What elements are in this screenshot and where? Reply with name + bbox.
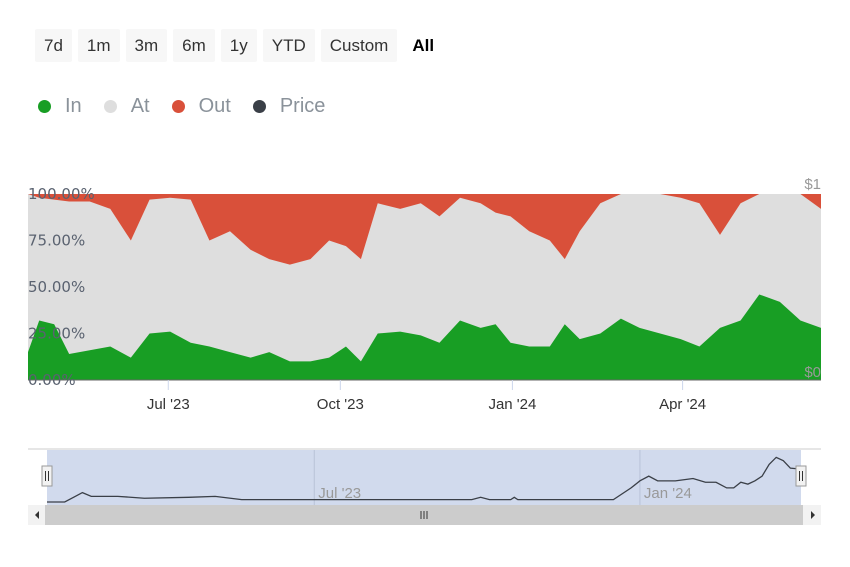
x-tick-label: Oct '23 — [317, 396, 364, 413]
y-tick-label: 25.00% — [28, 325, 85, 343]
price-axis-min: $0 — [804, 364, 821, 381]
x-tick-label: Jan '24 — [488, 396, 536, 413]
x-tick-label: Jul '23 — [147, 396, 190, 413]
y-tick-label: 0.00% — [28, 371, 76, 389]
navigator-left-handle[interactable] — [41, 465, 53, 487]
y-tick-label: 100.00% — [28, 185, 95, 203]
navigator-tick-label: Jan '24 — [644, 485, 692, 502]
price-axis-max: $1 — [804, 176, 821, 193]
y-tick-label: 50.00% — [28, 278, 85, 296]
x-tick-label: Apr '24 — [659, 396, 706, 413]
navigator-right-handle[interactable] — [795, 465, 807, 487]
y-tick-label: 75.00% — [28, 232, 85, 250]
chart: 100.00% 75.00% 50.00% 25.00% 0.00% $1 $0 Jul '2… — [28, 176, 821, 525]
